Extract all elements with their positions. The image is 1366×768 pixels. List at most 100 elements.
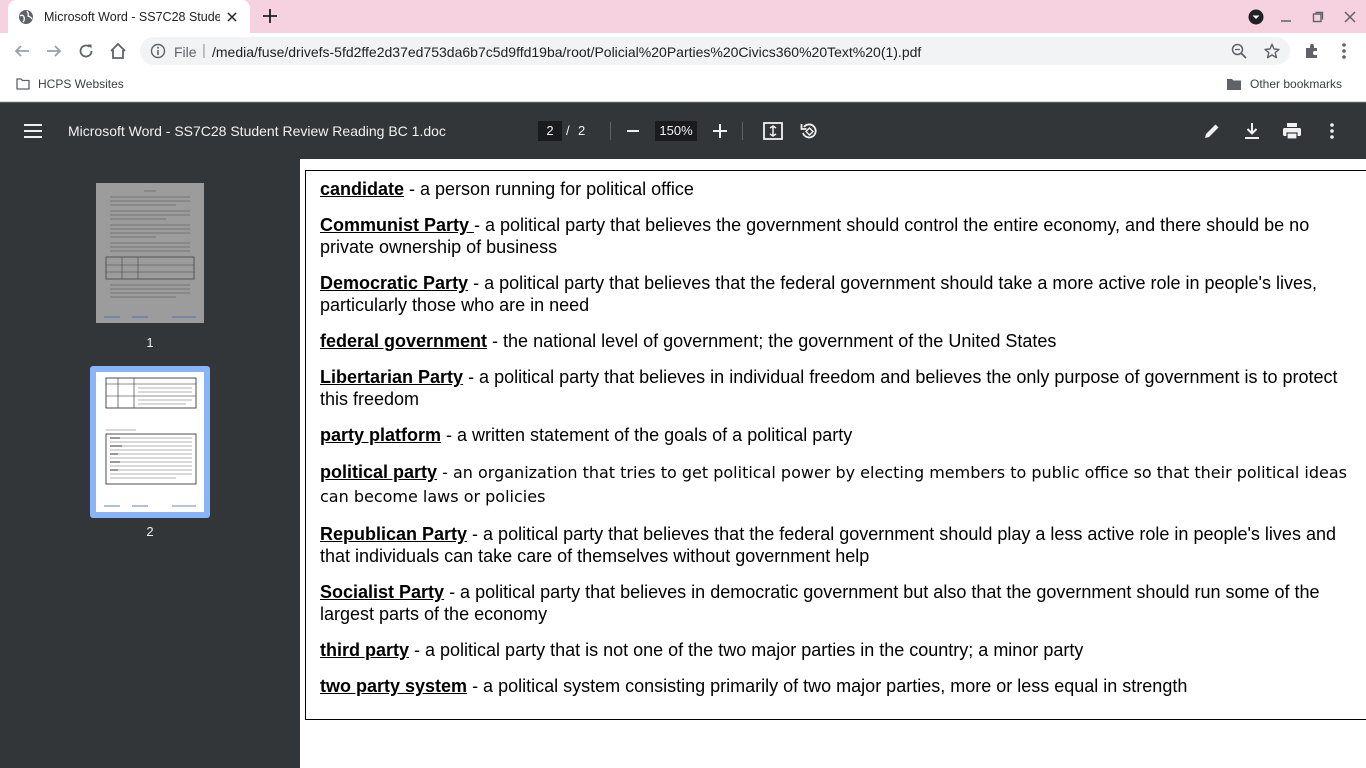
folder-icon	[1227, 78, 1241, 90]
address-bar[interactable]: File | /media/fuse/drivefs-5fd2ffe2d37ed…	[140, 37, 1290, 65]
definition-item: political party - an organization that t…	[320, 460, 1360, 509]
page-2-preview	[104, 377, 197, 507]
new-tab-button[interactable]	[260, 6, 280, 26]
bookmark-folder-hcps[interactable]: HCPS Websites	[16, 77, 124, 91]
definition-term: party platform	[320, 425, 442, 445]
pdf-more-button[interactable]	[1320, 119, 1344, 143]
profile-dropdown-button[interactable]	[1246, 7, 1266, 27]
tab-strip: Microsoft Word - SS7C28 Student Review R…	[0, 0, 1366, 33]
zoom-input[interactable]: 150%	[655, 121, 697, 141]
toolbar-divider	[610, 122, 611, 140]
home-icon	[110, 42, 126, 59]
minus-icon	[627, 130, 639, 132]
tab-title: Microsoft Word - SS7C28 Student Review R…	[44, 9, 220, 24]
definition-text: - the national level of government; the …	[487, 331, 1057, 351]
print-icon	[1283, 123, 1301, 140]
thumbnail-number-1: 1	[146, 335, 154, 350]
url-text: /media/fuse/drivefs-5fd2ffe2d37ed753da6b…	[212, 44, 922, 60]
definition-item: Democratic Party - a political party tha…	[320, 272, 1360, 316]
restore-button[interactable]	[1308, 7, 1328, 27]
scheme-separator: |	[202, 42, 206, 59]
toolbar-divider	[742, 122, 743, 140]
definition-item: Communist Party - a political party that…	[320, 214, 1360, 258]
definition-item: Libertarian Party - a political party th…	[320, 366, 1360, 410]
star-icon[interactable]	[1264, 43, 1280, 59]
definition-text: - a political party that believes that t…	[320, 524, 1336, 566]
download-icon	[1245, 123, 1259, 139]
rotate-icon	[800, 123, 817, 139]
definition-term: candidate	[320, 179, 405, 199]
definition-item: two party system - a political system co…	[320, 675, 1360, 697]
page-1-preview	[104, 190, 196, 318]
forward-arrow-icon	[47, 45, 62, 57]
bookmark-folder-other[interactable]: Other bookmarks	[1226, 77, 1342, 91]
definition-term: third party	[320, 640, 410, 660]
reload-button[interactable]	[74, 39, 98, 63]
definition-term: Socialist Party	[320, 582, 445, 602]
folder-icon	[16, 78, 30, 90]
zoom-icon[interactable]	[1231, 43, 1247, 59]
back-arrow-icon	[14, 45, 29, 57]
definition-text: - an organization that tries to get poli…	[320, 463, 1347, 506]
fit-page-button[interactable]	[761, 119, 785, 143]
definition-term: federal government	[320, 331, 488, 351]
thumbnail-number-2: 2	[146, 524, 154, 539]
more-vert-icon	[1342, 43, 1346, 59]
browser-tab-active[interactable]: Microsoft Word - SS7C28 Student Review R…	[8, 0, 250, 33]
page-total: 2	[578, 123, 586, 138]
rotate-button[interactable]	[797, 119, 821, 143]
back-button[interactable]	[10, 39, 34, 63]
definition-item: Republican Party - a political party tha…	[320, 523, 1360, 567]
definition-text: - a political party that believes in dem…	[320, 582, 1320, 624]
page-thumbnail-2[interactable]	[96, 372, 204, 512]
extensions-icon	[1306, 44, 1317, 58]
definition-term: Republican Party	[320, 524, 468, 544]
globe-icon	[18, 9, 34, 25]
forward-button[interactable]	[42, 39, 66, 63]
definition-item: Socialist Party - a political party that…	[320, 581, 1360, 625]
definitions-list: candidate - a person running for politic…	[320, 178, 1360, 711]
close-icon	[1344, 11, 1356, 23]
definition-text: - a political system consisting primaril…	[467, 676, 1188, 696]
definition-item: federal government - the national level …	[320, 330, 1360, 352]
definition-item: third party - a political party that is …	[320, 639, 1360, 661]
document-title: Microsoft Word - SS7C28 Student Review R…	[68, 123, 446, 139]
bookmark-label: Other bookmarks	[1250, 77, 1343, 91]
print-button[interactable]	[1280, 119, 1304, 143]
definition-text: - a written statement of the goals of a …	[441, 425, 853, 445]
download-button[interactable]	[1240, 119, 1264, 143]
definition-text: - a political party that believes in ind…	[320, 367, 1338, 409]
bookmarks-bar: HCPS Websites Other bookmarks	[0, 69, 1366, 102]
minimize-icon	[1281, 20, 1291, 22]
close-icon[interactable]	[224, 9, 240, 25]
scheme-label: File	[174, 44, 197, 60]
page-separator: /	[566, 123, 570, 138]
definition-term: political party	[320, 462, 438, 482]
page-number-input[interactable]: 2	[538, 121, 562, 141]
window-close-button[interactable]	[1340, 7, 1360, 27]
reload-icon	[79, 44, 93, 58]
profile-dropdown-icon	[1248, 9, 1264, 25]
pdf-toolbar: Microsoft Word - SS7C28 Student Review R…	[0, 103, 1366, 159]
minimize-button[interactable]	[1276, 7, 1296, 27]
thumbnail-sidebar: 1 2	[0, 159, 300, 768]
extensions-button[interactable]	[1300, 39, 1324, 63]
menu-button[interactable]	[22, 121, 44, 141]
plus-icon	[713, 124, 727, 138]
bookmark-label: HCPS Websites	[38, 77, 124, 91]
page-thumbnail-1[interactable]	[96, 183, 204, 323]
definition-term: Libertarian Party	[320, 367, 464, 387]
annotate-button[interactable]	[1200, 119, 1224, 143]
more-vert-icon	[1330, 123, 1334, 139]
menu-icon	[24, 124, 42, 138]
info-icon[interactable]	[150, 43, 166, 59]
home-button[interactable]	[106, 39, 130, 63]
zoom-out-button[interactable]	[621, 119, 645, 143]
restore-icon	[1312, 11, 1324, 23]
definition-text: - a person running for political office	[404, 179, 694, 199]
zoom-in-button[interactable]	[708, 119, 732, 143]
browser-menu-button[interactable]	[1332, 39, 1356, 63]
definition-term: two party system	[320, 676, 468, 696]
browser-toolbar: File | /media/fuse/drivefs-5fd2ffe2d37ed…	[0, 33, 1366, 69]
definition-item: candidate - a person running for politic…	[320, 178, 1360, 200]
